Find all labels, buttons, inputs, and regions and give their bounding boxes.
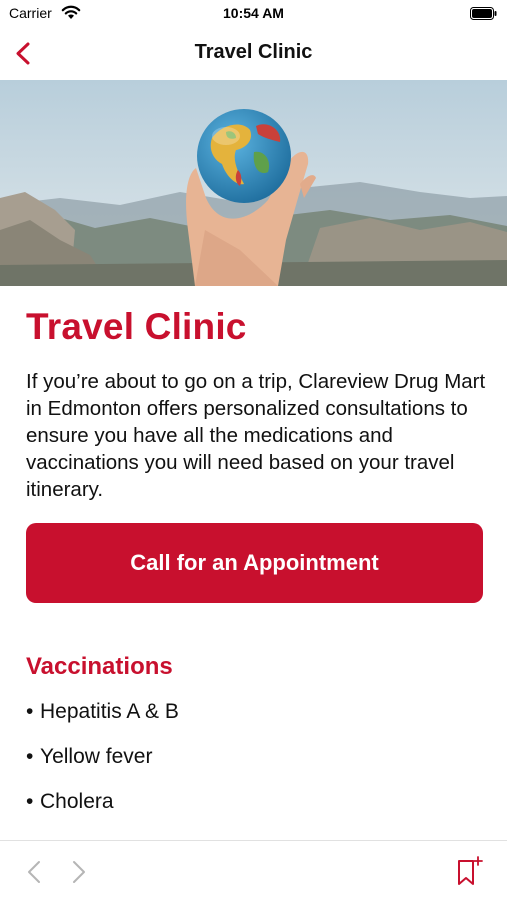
nav-title: Travel Clinic xyxy=(194,41,313,63)
chevron-right-icon xyxy=(73,861,85,883)
bookmark-add-icon xyxy=(458,856,483,885)
next-button[interactable] xyxy=(67,859,89,885)
bookmark-button[interactable] xyxy=(455,855,485,887)
bottom-toolbar xyxy=(0,840,507,901)
call-for-appointment-button[interactable]: Call for an Appointment xyxy=(26,523,483,603)
navigation-bar: Travel Clinic xyxy=(0,30,507,78)
hero-image xyxy=(0,80,507,286)
battery-icon xyxy=(470,7,497,20)
vaccination-label: Hepatitis A & B xyxy=(40,700,179,723)
status-bar: Carrier 10:54 AM xyxy=(0,0,507,30)
vaccinations-list: • Hepatitis A & B • Yellow fever • Cholera xyxy=(26,698,179,833)
chevron-left-icon xyxy=(28,861,40,883)
globe-in-hand-illustration xyxy=(0,80,507,286)
intro-paragraph: If you’re about to go on a trip, Clarevi… xyxy=(26,370,486,501)
page-heading: Travel Clinic xyxy=(26,306,247,347)
vaccinations-heading: Vaccinations xyxy=(26,653,173,680)
list-item: • Yellow fever xyxy=(26,745,153,768)
vaccination-label: Cholera xyxy=(40,790,114,813)
vaccination-label: Yellow fever xyxy=(40,745,153,768)
status-time: 10:54 AM xyxy=(223,5,284,21)
previous-button[interactable] xyxy=(24,859,46,885)
list-item: • Hepatitis A & B xyxy=(26,700,179,723)
list-item: • Cholera xyxy=(26,790,114,813)
